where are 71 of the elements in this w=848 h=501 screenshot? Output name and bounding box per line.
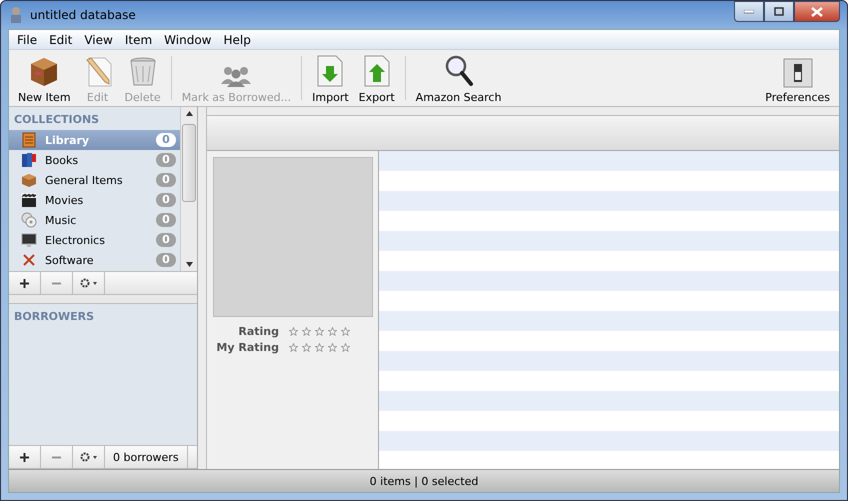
close-button[interactable] bbox=[794, 1, 840, 22]
switch-icon bbox=[782, 58, 813, 88]
discs-icon bbox=[21, 212, 37, 228]
down-arrow-document-icon bbox=[316, 54, 344, 88]
collection-item[interactable]: Electronics 0 bbox=[9, 230, 180, 250]
scroll-up-icon[interactable] bbox=[186, 111, 192, 116]
count-badge: 0 bbox=[156, 153, 176, 167]
collection-item[interactable]: Books 0 bbox=[9, 150, 180, 170]
menu-item[interactable]: View bbox=[78, 32, 119, 46]
menu-item[interactable]: File bbox=[11, 32, 44, 46]
menu-item[interactable]: Help bbox=[217, 32, 257, 46]
star-icon[interactable] bbox=[302, 342, 311, 352]
window-title: untitled database bbox=[30, 8, 136, 22]
collection-item[interactable]: General Items 0 bbox=[9, 170, 180, 190]
count-badge: 0 bbox=[156, 173, 176, 187]
plus-icon bbox=[20, 278, 29, 288]
count-badge: 0 bbox=[156, 193, 176, 207]
star-icon[interactable] bbox=[289, 342, 298, 352]
minimize-icon bbox=[744, 10, 754, 14]
count-badge: 0 bbox=[156, 233, 176, 247]
minus-icon bbox=[52, 456, 61, 458]
toolbar-button[interactable]: Amazon Search bbox=[410, 50, 506, 106]
minus-icon bbox=[52, 282, 61, 284]
splitter-handle[interactable] bbox=[9, 295, 197, 304]
app-icon bbox=[8, 6, 24, 24]
toolbar-button[interactable]: New Item bbox=[13, 50, 76, 106]
section-header: BORROWERS bbox=[13, 309, 96, 325]
close-icon bbox=[811, 6, 823, 16]
monitor-icon bbox=[21, 232, 37, 248]
collection-item[interactable]: Software 0 bbox=[9, 250, 180, 270]
preferences-button[interactable]: Preferences bbox=[760, 50, 835, 106]
star-icon[interactable] bbox=[302, 326, 311, 336]
rating-label: Rating bbox=[237, 324, 279, 338]
menu-item[interactable]: Item bbox=[118, 32, 158, 46]
plus-icon bbox=[20, 452, 29, 462]
minimize-button[interactable] bbox=[734, 1, 764, 22]
star-icon[interactable] bbox=[328, 342, 337, 352]
cabinet-icon bbox=[21, 132, 37, 148]
star-icon[interactable] bbox=[315, 342, 324, 352]
splitter-handle[interactable] bbox=[207, 107, 839, 116]
status-bar: 0 items | 0 selected bbox=[9, 469, 839, 492]
star-icon[interactable] bbox=[341, 342, 350, 352]
collection-item[interactable]: Movies 0 bbox=[9, 190, 180, 210]
box-icon bbox=[21, 172, 37, 188]
maximize-icon bbox=[774, 7, 784, 16]
count-badge: 0 bbox=[156, 133, 176, 147]
collection-item[interactable]: Music 0 bbox=[9, 210, 180, 230]
maximize-button[interactable] bbox=[764, 1, 794, 22]
count-badge: 0 bbox=[156, 213, 176, 227]
menu-item[interactable]: Edit bbox=[43, 32, 78, 46]
up-arrow-document-icon bbox=[362, 54, 391, 88]
gear-icon bbox=[80, 452, 98, 462]
scrollbar[interactable] bbox=[180, 107, 197, 271]
toolbar-button[interactable]: Import bbox=[307, 50, 354, 106]
borrower-count: 0 borrowers bbox=[105, 446, 188, 468]
rating-label: My Rating bbox=[215, 340, 279, 354]
count-badge: 0 bbox=[156, 253, 176, 267]
books-icon bbox=[21, 152, 37, 168]
star-icon[interactable] bbox=[328, 326, 337, 336]
star-icon[interactable] bbox=[315, 326, 324, 336]
scroll-down-icon[interactable] bbox=[186, 262, 192, 267]
menu-item[interactable]: Window bbox=[158, 32, 218, 46]
search-icon bbox=[444, 54, 474, 88]
star-icon[interactable] bbox=[341, 326, 350, 336]
gear-icon bbox=[80, 278, 98, 288]
star-icon[interactable] bbox=[289, 326, 298, 336]
toolbar-button[interactable]: Export bbox=[354, 50, 400, 106]
section-header: COLLECTIONS bbox=[13, 112, 100, 128]
clapperboard-icon bbox=[21, 192, 37, 208]
splitter-handle[interactable] bbox=[198, 107, 207, 469]
people-icon bbox=[219, 64, 254, 88]
